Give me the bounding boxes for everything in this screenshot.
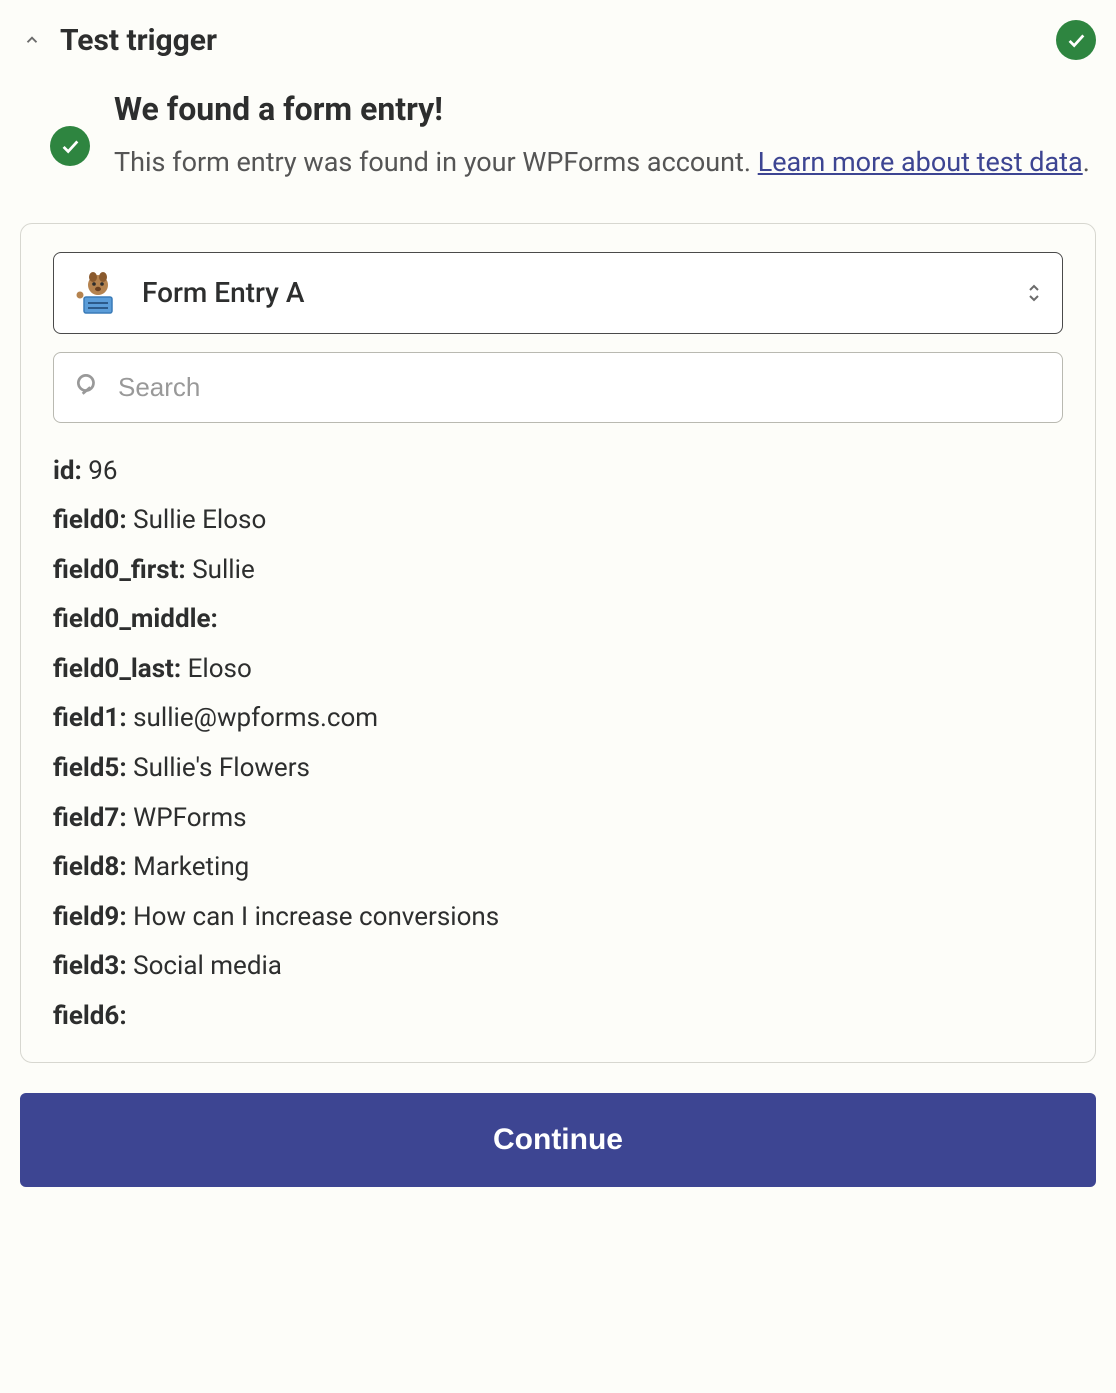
field-row: field9: How can I increase conversions: [53, 897, 1063, 939]
field-value: Sullie's Flowers: [133, 753, 310, 783]
field-value: Sullie Eloso: [133, 505, 266, 535]
success-check-icon: [50, 126, 90, 166]
found-desc-pre: This form entry was found in your WPForm…: [114, 146, 758, 178]
field-key: field9:: [53, 902, 127, 932]
field-key: field0_first:: [53, 555, 186, 585]
header-left: Test trigger: [20, 23, 217, 58]
field-value: Marketing: [133, 852, 249, 882]
field-row: field5: Sullie's Flowers: [53, 748, 1063, 790]
entry-select-label: Form Entry A: [142, 276, 1006, 309]
field-key: field0_last:: [53, 654, 181, 684]
field-key: field7:: [53, 803, 127, 833]
field-row: field0: Sullie Eloso: [53, 500, 1063, 542]
continue-button[interactable]: Continue: [20, 1093, 1096, 1187]
status-check-icon: [1056, 20, 1096, 60]
field-key: field6:: [53, 1001, 127, 1031]
data-panel: Form Entry A id: 96 field0: Sullie Eloso…: [20, 223, 1096, 1063]
entry-select[interactable]: Form Entry A: [53, 252, 1063, 334]
section-title: Test trigger: [60, 23, 217, 58]
select-updown-icon: [1026, 283, 1042, 303]
search-box[interactable]: [53, 352, 1063, 423]
field-value: WPForms: [133, 803, 246, 833]
field-row: field1: sullie@wpforms.com: [53, 698, 1063, 740]
learn-more-link[interactable]: Learn more about test data: [758, 146, 1083, 178]
found-heading: We found a form entry!: [114, 90, 1096, 128]
field-key: field3:: [53, 951, 127, 981]
found-text: We found a form entry! This form entry w…: [114, 90, 1096, 183]
field-value: Eloso: [188, 654, 252, 684]
field-row: field7: WPForms: [53, 798, 1063, 840]
field-value: Social media: [133, 951, 282, 981]
wpforms-icon: [74, 269, 122, 317]
field-row: field0_middle:: [53, 599, 1063, 641]
field-key: id:: [53, 456, 82, 486]
found-banner: We found a form entry! This form entry w…: [20, 90, 1096, 183]
search-icon: [74, 371, 100, 404]
field-value: 96: [88, 456, 117, 486]
field-key: field8:: [53, 852, 127, 882]
field-value: sullie@wpforms.com: [133, 703, 378, 733]
field-key: field0_middle:: [53, 604, 218, 634]
field-row: field0_last: Eloso: [53, 649, 1063, 691]
search-input[interactable]: [118, 372, 1042, 403]
field-value: How can I increase conversions: [133, 902, 499, 932]
field-key: field5:: [53, 753, 127, 783]
fields-list: id: 96 field0: Sullie Eloso field0_first…: [53, 451, 1063, 1038]
field-key: field1:: [53, 703, 127, 733]
field-value: Sullie: [192, 555, 255, 585]
section-header: Test trigger: [20, 20, 1096, 60]
field-row: field0_first: Sullie: [53, 550, 1063, 592]
field-row: field3: Social media: [53, 946, 1063, 988]
field-row: field8: Marketing: [53, 847, 1063, 889]
chevron-up-icon[interactable]: [20, 28, 44, 52]
field-row: id: 96: [53, 451, 1063, 493]
field-row: field6:: [53, 996, 1063, 1038]
found-description: This form entry was found in your WPForm…: [114, 142, 1096, 183]
found-desc-post: .: [1083, 146, 1090, 178]
field-key: field0:: [53, 505, 127, 535]
